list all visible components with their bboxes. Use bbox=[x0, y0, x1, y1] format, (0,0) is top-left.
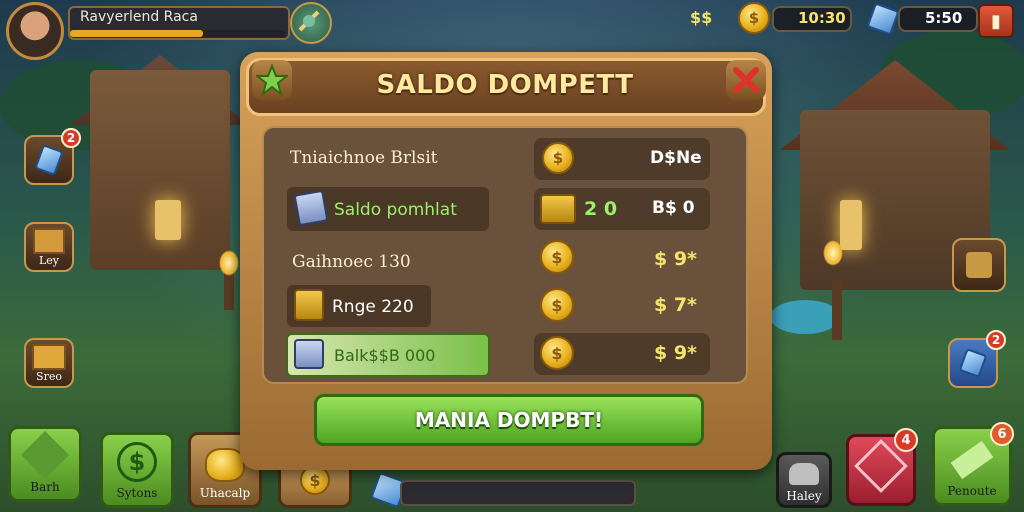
row-label: Rnge 220 bbox=[332, 297, 414, 317]
coin-icon: $ bbox=[738, 2, 770, 34]
side-button-label: Ley bbox=[38, 253, 60, 267]
house-left bbox=[90, 70, 230, 270]
player-avatar[interactable] bbox=[6, 2, 64, 60]
bottom-button-label: Uhacalp bbox=[199, 486, 251, 500]
side-button-store[interactable]: Sreo bbox=[24, 338, 74, 388]
row-label: Saldo pomhlat bbox=[334, 200, 457, 220]
close-icon bbox=[733, 67, 759, 93]
row-amount: 2 0 bbox=[584, 198, 618, 220]
map-button[interactable] bbox=[290, 2, 332, 44]
notification-badge: 2 bbox=[986, 330, 1006, 350]
cash-amount: $$ bbox=[690, 8, 713, 27]
row-value: $ 9* bbox=[654, 248, 697, 270]
window-light bbox=[840, 200, 862, 250]
bottom-button-helmet[interactable]: Haley bbox=[776, 452, 832, 508]
side-button-label: Sreo bbox=[36, 369, 62, 383]
notification-badge: 6 bbox=[990, 422, 1014, 446]
side-button-map[interactable] bbox=[952, 238, 1006, 292]
torch bbox=[832, 280, 842, 340]
bottom-button-label: Penoute bbox=[947, 484, 997, 498]
notification-badge: 2 bbox=[61, 128, 81, 148]
coins-icon bbox=[205, 448, 245, 482]
gem-amount: 5:50 bbox=[925, 9, 963, 27]
coin-icon: $ bbox=[540, 336, 574, 370]
torch-flame bbox=[823, 240, 843, 266]
gem-icon bbox=[34, 144, 64, 176]
row-value: $ 7* bbox=[654, 294, 697, 316]
player-name: Ravyerlend Raca bbox=[80, 9, 198, 25]
row-label: Balk$$B 000 bbox=[334, 346, 436, 365]
map-icon bbox=[966, 252, 992, 278]
confirm-wallet-button[interactable]: MANIA DOMPBT! bbox=[314, 394, 704, 446]
wallet-icon bbox=[294, 339, 324, 369]
notification-badge: 4 bbox=[894, 428, 918, 452]
menu-button[interactable]: ▮ bbox=[978, 4, 1014, 38]
row-label: Gaihnoec 130 bbox=[292, 252, 411, 272]
gold-bars-icon bbox=[294, 289, 324, 321]
bottom-button-shop[interactable]: $ Sytons bbox=[100, 432, 174, 508]
window-light bbox=[155, 200, 181, 240]
gold-bars-icon bbox=[540, 194, 576, 224]
close-button[interactable] bbox=[726, 60, 766, 100]
dialog-title: SALDO DOMPETT bbox=[376, 70, 634, 100]
bottom-button-label: Sytons bbox=[116, 486, 158, 500]
pool bbox=[770, 300, 840, 334]
dollar-icon: $ bbox=[117, 442, 157, 482]
coin-icon: $ bbox=[540, 240, 574, 274]
row-value: B$ 0 bbox=[652, 198, 695, 218]
xp-bar-fill bbox=[70, 30, 203, 37]
coin-icon: $ bbox=[542, 142, 574, 174]
coin-amount: 10:30 bbox=[798, 9, 846, 27]
bottom-button-label: Haley bbox=[786, 489, 822, 503]
menu-icon: ▮ bbox=[991, 10, 1001, 32]
gem-icon bbox=[958, 347, 988, 379]
wallet-icon bbox=[293, 189, 329, 227]
crate-icon bbox=[33, 227, 65, 254]
row-value: $ 9* bbox=[654, 342, 697, 364]
crate-icon bbox=[32, 343, 66, 370]
ticket-icon bbox=[950, 440, 994, 480]
bottom-button-build[interactable]: Barh bbox=[8, 426, 82, 502]
progress-bar-track bbox=[400, 480, 636, 506]
torch-flame bbox=[219, 250, 239, 276]
bottom-button-label: Barh bbox=[30, 480, 60, 494]
row-value: D$Ne bbox=[650, 148, 702, 168]
compass-icon bbox=[298, 10, 320, 32]
torch bbox=[224, 270, 234, 310]
helmet-icon bbox=[789, 463, 819, 485]
coin-icon: $ bbox=[540, 288, 574, 322]
side-button-crate[interactable]: Ley bbox=[24, 222, 74, 272]
row-label: Tniaichnoe Brlsit bbox=[290, 148, 438, 168]
hammer-icon bbox=[20, 430, 70, 480]
